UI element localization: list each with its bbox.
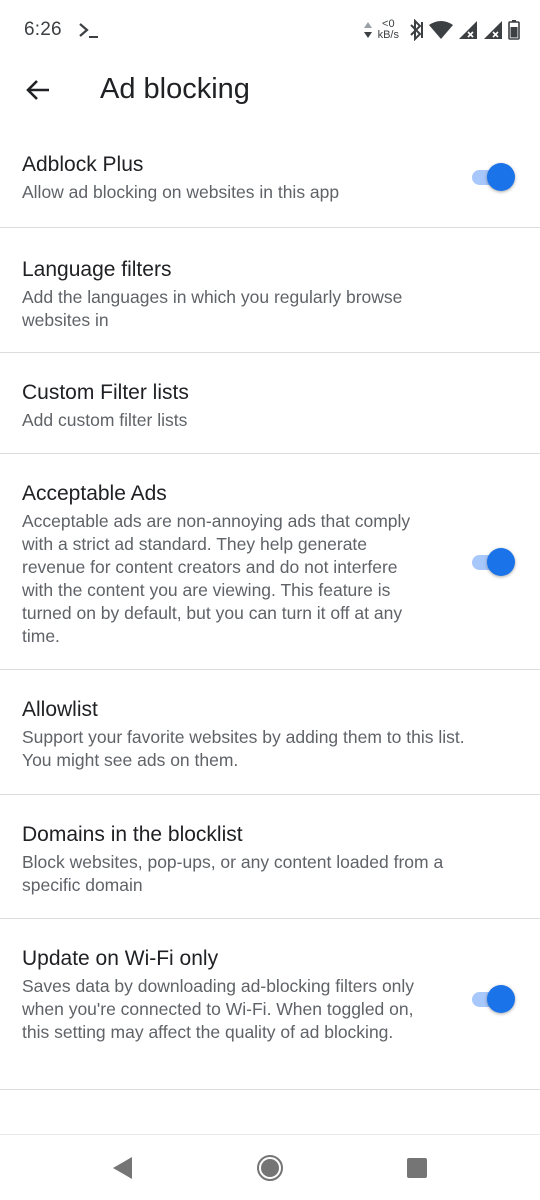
setting-subtitle: Add the languages in which you regularly… — [22, 287, 403, 330]
setting-title: Language filters — [22, 258, 172, 281]
setting-subtitle: Saves data by downloading ad-blocking fi… — [22, 976, 415, 1042]
system-nav-bar — [0, 1134, 540, 1200]
nav-recents-button[interactable] — [402, 1153, 432, 1183]
setting-title: Adblock Plus — [22, 153, 144, 176]
back-button[interactable] — [20, 72, 56, 108]
network-speed: <0 kB/s — [378, 19, 399, 41]
battery-icon — [508, 20, 520, 40]
toggle-thumb — [487, 163, 515, 191]
data-arrows-icon — [363, 22, 372, 38]
setting-title: Update on Wi-Fi only — [22, 947, 219, 970]
back-triangle-icon — [113, 1157, 132, 1179]
setting-subtitle: Block websites, pop-ups, or any content … — [22, 852, 444, 895]
update-wifi-only-toggle[interactable] — [470, 985, 515, 1013]
setting-title: Custom Filter lists — [22, 381, 189, 404]
status-bar: 6:26 <0 kB/s — [0, 0, 540, 62]
terminal-icon — [79, 23, 98, 38]
setting-language-filters[interactable]: Language filters Add the languages in wh… — [0, 228, 540, 353]
status-time: 6:26 — [24, 19, 62, 40]
bluetooth-icon — [410, 19, 423, 41]
arrow-back-icon — [26, 80, 49, 100]
app-screen: 6:26 <0 kB/s Ad blocking Adblock Plus Al… — [0, 0, 540, 1200]
network-speed-unit: kB/s — [377, 29, 399, 41]
setting-subtitle: Acceptable ads are non-annoying ads that… — [22, 511, 411, 646]
setting-title: Domains in the blocklist — [22, 823, 243, 846]
top-app-bar: Ad blocking — [0, 62, 540, 118]
setting-custom-filter-lists[interactable]: Custom Filter lists Add custom filter li… — [0, 353, 540, 454]
setting-update-wifi-only[interactable]: Update on Wi-Fi only Saves data by downl… — [0, 919, 540, 1090]
setting-domains-blocklist[interactable]: Domains in the blocklist Block websites,… — [0, 795, 540, 919]
setting-subtitle: Support your favorite websites by adding… — [22, 727, 465, 770]
setting-acceptable-ads[interactable]: Acceptable Ads Acceptable ads are non-an… — [0, 454, 540, 670]
status-icons: <0 kB/s — [363, 16, 520, 44]
setting-title: Allowlist — [22, 698, 98, 721]
setting-subtitle: Allow ad blocking on websites in this ap… — [22, 182, 340, 202]
toggle-thumb — [487, 985, 515, 1013]
setting-title: Acceptable Ads — [22, 482, 167, 505]
adblock-plus-toggle[interactable] — [470, 163, 515, 191]
home-circle-icon — [257, 1155, 283, 1181]
recents-square-icon — [407, 1158, 427, 1178]
wifi-icon — [429, 21, 453, 39]
setting-adblock-plus[interactable]: Adblock Plus Allow ad blocking on websit… — [0, 124, 540, 228]
nav-home-button[interactable] — [255, 1153, 285, 1183]
signal-icon — [459, 21, 477, 39]
page-title: Ad blocking — [100, 73, 250, 105]
toggle-thumb — [487, 548, 515, 576]
acceptable-ads-toggle[interactable] — [470, 548, 515, 576]
setting-subtitle: Add custom filter lists — [22, 410, 188, 430]
settings-list: Adblock Plus Allow ad blocking on websit… — [0, 124, 540, 1090]
nav-back-button[interactable] — [107, 1153, 137, 1183]
signal-icon — [484, 21, 502, 39]
setting-allowlist[interactable]: Allowlist Support your favorite websites… — [0, 670, 540, 795]
